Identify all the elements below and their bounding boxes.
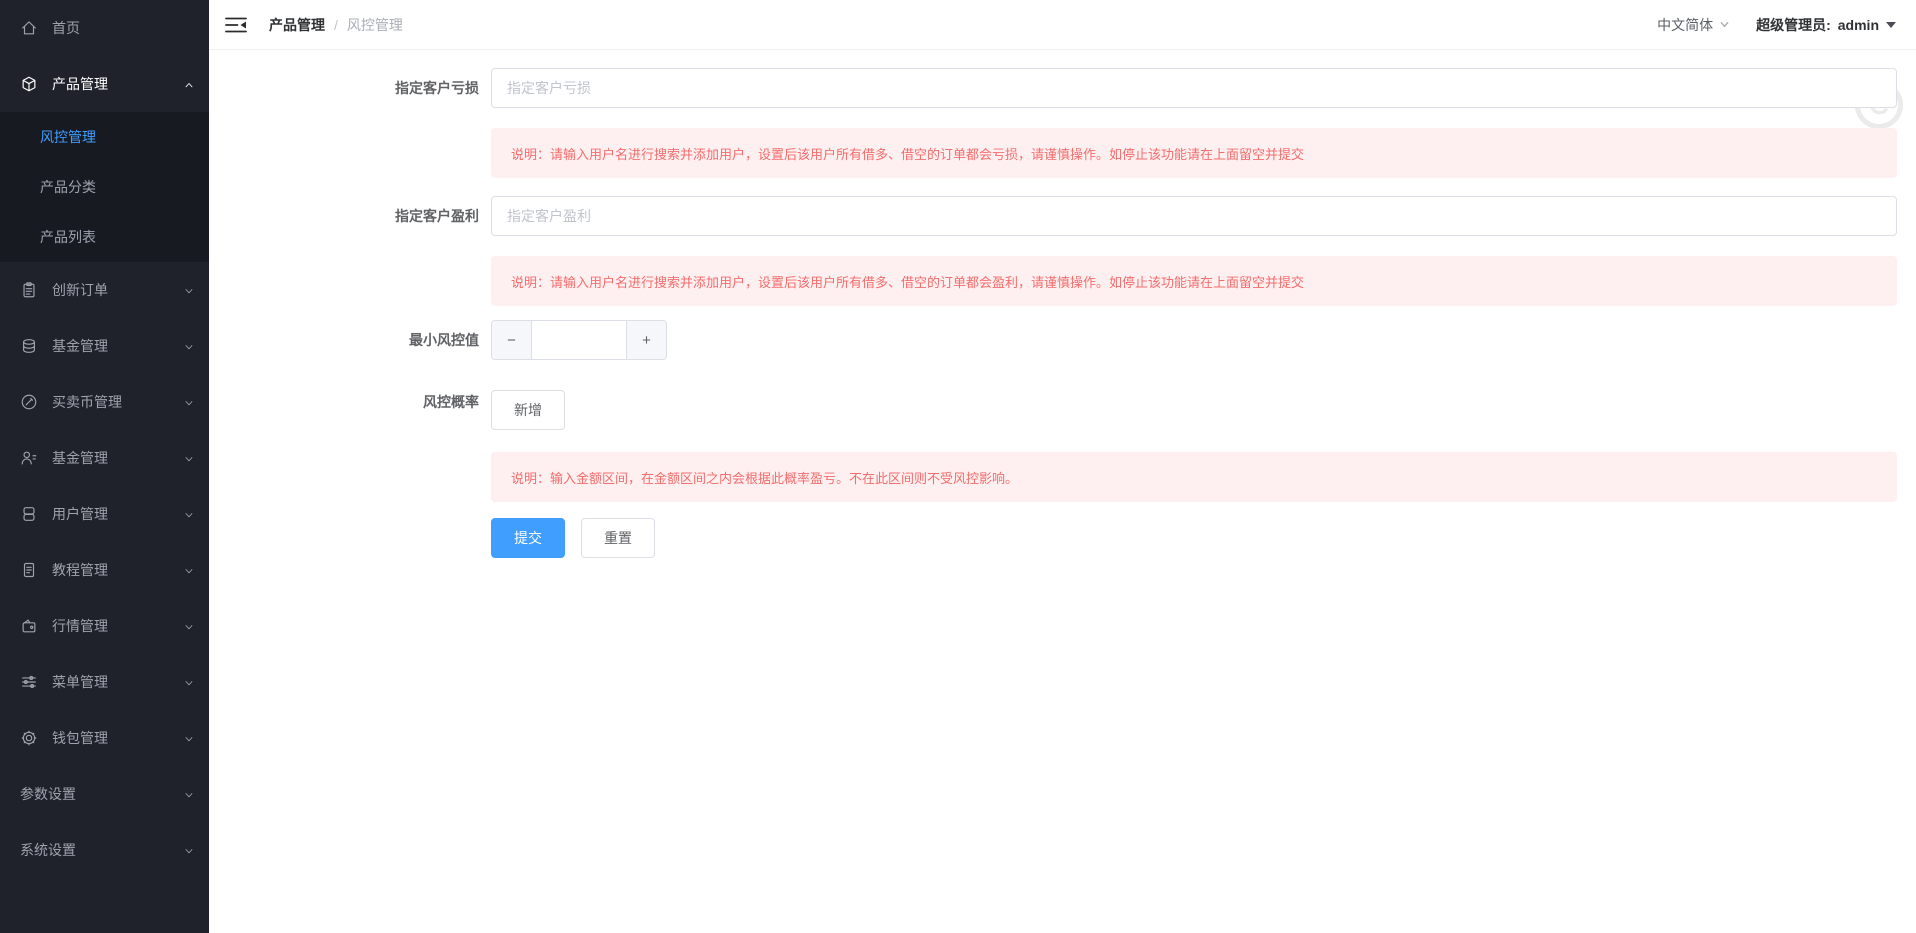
chevron-down-icon [183,284,195,296]
user-name: admin [1837,16,1879,33]
chevron-down-icon [183,844,195,856]
min-risk-stepper: − + [491,320,667,360]
gear-icon [20,729,38,747]
sidebar-item-parameter-settings[interactable]: 参数设置 [0,766,209,822]
chevron-down-icon [183,396,195,408]
product-submenu: 风控管理 产品分类 产品列表 [0,112,209,262]
sidebar-item-system-settings[interactable]: 系统设置 [0,822,209,878]
sidebar-item-product-category[interactable]: 产品分类 [0,162,209,212]
sidebar-item-label: 创新订单 [52,282,108,298]
page-content: C 指定客户亏损 说明：请输入用户名进行搜索并添加用户，设置后该用户所有借多、借… [209,50,1916,933]
sidebar-item-label: 首页 [52,20,80,36]
sidebar-item-label: 买卖币管理 [52,394,122,410]
chevron-down-icon [183,788,195,800]
chevron-down-icon [183,564,195,576]
breadcrumb-section[interactable]: 产品管理 [269,15,325,35]
sidebar-item-market-management[interactable]: 行情管理 [0,598,209,654]
chevron-down-icon [183,620,195,632]
profit-alert: 说明：请输入用户名进行搜索并添加用户，设置后该用户所有借多、借空的订单都会盈利，… [491,256,1897,306]
home-icon [20,19,38,37]
chevron-up-icon [183,78,195,90]
sidebar-item-label: 基金管理 [52,450,108,466]
user-icon [20,449,38,467]
edit-circle-icon [20,393,38,411]
sidebar-item-label: 产品管理 [52,76,108,92]
stepper-decrease-button[interactable]: − [492,321,532,359]
min-risk-field-label: 最小风控值 [409,332,479,348]
chevron-down-icon [183,508,195,520]
sidebar-item-product-management[interactable]: 产品管理 [0,56,209,112]
sidebar-subitem-label: 风控管理 [40,129,96,145]
stepper-increase-button[interactable]: + [626,321,666,359]
caret-down-icon [1886,21,1896,28]
app-window: 首页 产品管理 风控管理 产品分类 产品列表 创新订单 基金管理 买卖币管理 基… [0,0,1916,933]
min-risk-value-input[interactable] [532,321,626,359]
sliders-icon [20,673,38,691]
sidebar-item-innovation-orders[interactable]: 创新订单 [0,262,209,318]
topbar-right: 中文简体 超级管理员: admin [1657,15,1896,35]
breadcrumb: 产品管理 / 风控管理 [269,15,403,35]
chevron-down-icon [183,676,195,688]
book-icon [20,505,38,523]
sidebar-item-product-list[interactable]: 产品列表 [0,212,209,262]
sidebar-item-fund-management-1[interactable]: 基金管理 [0,318,209,374]
cube-icon [20,75,38,93]
sidebar-item-home[interactable]: 首页 [0,0,209,56]
sidebar-item-fund-management-2[interactable]: 基金管理 [0,430,209,486]
add-probability-button[interactable]: 新增 [491,390,565,430]
chevron-down-icon [183,732,195,744]
loss-alert: 说明：请输入用户名进行搜索并添加用户，设置后该用户所有借多、借空的订单都会亏损，… [491,128,1897,178]
sidebar-item-tutorial-management[interactable]: 教程管理 [0,542,209,598]
submit-button[interactable]: 提交 [491,518,565,558]
chevron-down-icon [1720,21,1729,28]
main-area: 产品管理 / 风控管理 中文简体 超级管理员: admin C [209,0,1916,933]
clipboard-icon [20,281,38,299]
profit-input[interactable] [491,196,1897,236]
sidebar-item-label: 行情管理 [52,618,108,634]
sidebar-item-label: 菜单管理 [52,674,108,690]
coins-icon [20,337,38,355]
sidebar-item-label: 系统设置 [20,842,76,858]
chevron-down-icon [183,452,195,464]
sidebar: 首页 产品管理 风控管理 产品分类 产品列表 创新订单 基金管理 买卖币管理 基… [0,0,209,933]
sidebar-item-label: 参数设置 [20,786,76,802]
sidebar-item-user-management[interactable]: 用户管理 [0,486,209,542]
profit-field-label: 指定客户盈利 [395,208,479,224]
sidebar-subitem-label: 产品列表 [40,229,96,245]
sidebar-collapse-icon[interactable] [225,16,247,34]
probability-alert: 说明：输入金额区间，在金额区间之内会根据此概率盈亏。不在此区间则不受风控影响。 [491,452,1897,502]
loss-alert-text: 说明：请输入用户名进行搜索并添加用户，设置后该用户所有借多、借空的订单都会亏损，… [511,146,1305,162]
sidebar-item-label: 教程管理 [52,562,108,578]
breadcrumb-separator: / [334,16,338,33]
top-bar: 产品管理 / 风控管理 中文简体 超级管理员: admin [209,0,1916,50]
reset-button[interactable]: 重置 [581,518,655,558]
user-dropdown[interactable]: 超级管理员: admin [1756,15,1896,35]
language-selector[interactable]: 中文简体 [1657,15,1730,35]
sidebar-item-wallet-management[interactable]: 钱包管理 [0,710,209,766]
sidebar-item-label: 用户管理 [52,506,108,522]
language-label: 中文简体 [1657,16,1714,33]
loss-field-label: 指定客户亏损 [395,80,479,96]
document-icon [20,561,38,579]
user-role-label: 超级管理员: [1756,16,1831,33]
risk-control-form: 指定客户亏损 说明：请输入用户名进行搜索并添加用户，设置后该用户所有借多、借空的… [209,68,1916,558]
chevron-down-icon [183,340,195,352]
wallet-icon [20,617,38,635]
sidebar-subitem-label: 产品分类 [40,179,96,195]
sidebar-item-risk-management[interactable]: 风控管理 [0,112,209,162]
probability-field-label: 风控概率 [423,394,479,410]
breadcrumb-page: 风控管理 [346,16,403,33]
sidebar-item-coin-trading[interactable]: 买卖币管理 [0,374,209,430]
sidebar-item-menu-management[interactable]: 菜单管理 [0,654,209,710]
sidebar-item-label: 基金管理 [52,338,108,354]
sidebar-item-label: 钱包管理 [52,730,108,746]
profit-alert-text: 说明：请输入用户名进行搜索并添加用户，设置后该用户所有借多、借空的订单都会盈利，… [511,274,1305,290]
probability-alert-text: 说明：输入金额区间，在金额区间之内会根据此概率盈亏。不在此区间则不受风控影响。 [511,470,1019,486]
loss-input[interactable] [491,68,1897,108]
